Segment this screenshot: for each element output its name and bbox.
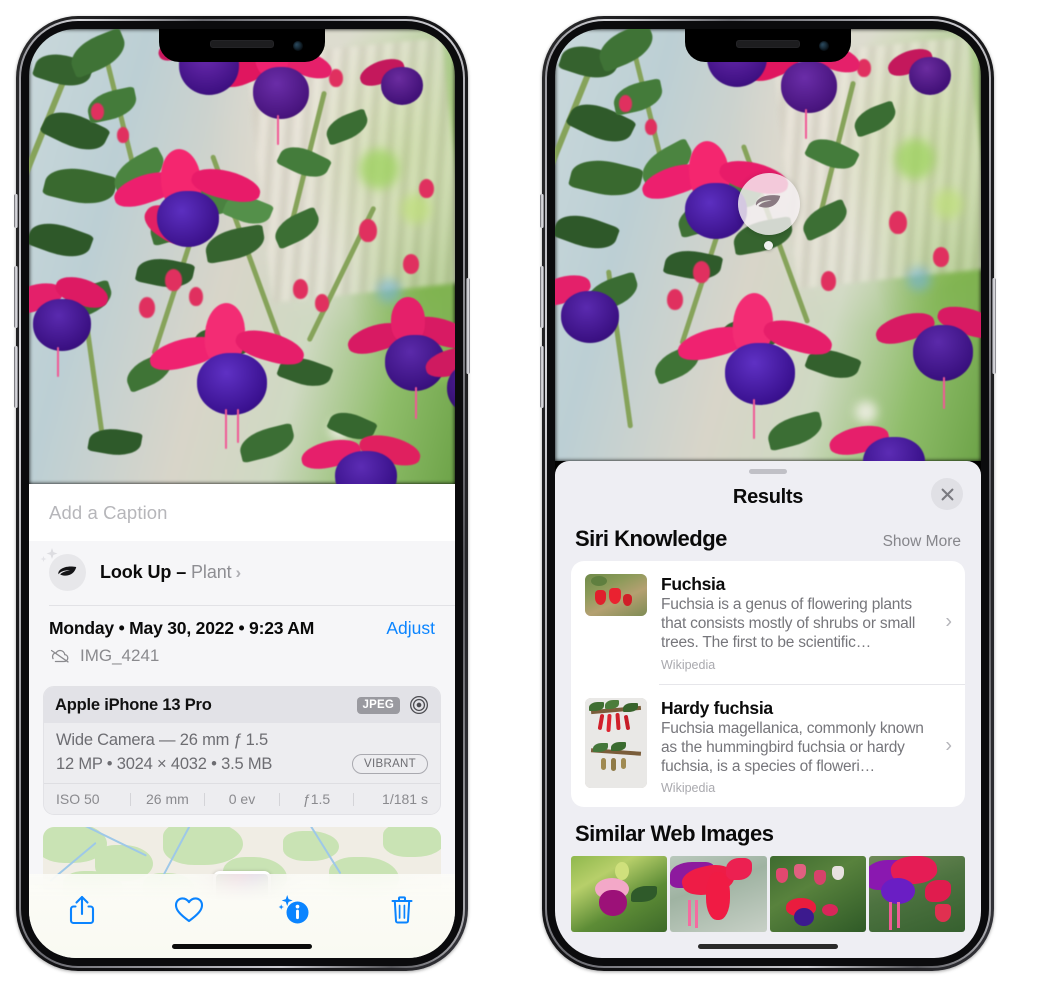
notch xyxy=(159,29,325,62)
home-indicator[interactable] xyxy=(172,944,312,949)
fuchsia-thumbnail xyxy=(585,574,647,616)
earpiece-speaker xyxy=(736,40,800,48)
photo-datetime: Monday • May 30, 2022 • 9:23 AM xyxy=(49,618,315,638)
favorite-button[interactable] xyxy=(163,888,215,932)
visual-lookup-anchor-dot xyxy=(764,241,773,250)
home-indicator[interactable] xyxy=(698,944,838,949)
list-item[interactable]: Fuchsia Fuchsia is a genus of flowering … xyxy=(571,561,965,684)
visual-lookup-badge[interactable] xyxy=(738,173,800,235)
caption-input-row[interactable]: Add a Caption xyxy=(29,484,455,541)
exif-focal: 26 mm xyxy=(145,791,189,807)
volume-up-button[interactable] xyxy=(14,266,18,328)
results-title: Results xyxy=(732,485,804,508)
sparkle-icon xyxy=(40,548,58,562)
knowledge-description: Fuchsia is a genus of flowering plants t… xyxy=(661,596,916,651)
exif-ev: 0 ev xyxy=(228,791,256,807)
volume-down-button[interactable] xyxy=(540,346,544,408)
silent-switch[interactable] xyxy=(540,194,544,228)
web-image-thumbnail[interactable] xyxy=(571,856,668,933)
exif-iso: ISO 50 xyxy=(56,791,100,807)
share-icon xyxy=(70,895,95,925)
volume-up-button[interactable] xyxy=(540,266,544,328)
info-sparkle-icon xyxy=(278,895,309,924)
iphone-right-device: Results Siri Knowledge Show More Fuchsia… xyxy=(540,16,996,971)
format-badge: JPEG xyxy=(356,696,400,714)
left-screen: Add a Caption Look Up – Plant › Monday •… xyxy=(29,29,455,958)
results-header: Results xyxy=(555,474,981,520)
knowledge-source: Wikipedia xyxy=(661,657,716,672)
knowledge-title: Fuchsia xyxy=(661,574,726,594)
share-button[interactable] xyxy=(56,888,108,932)
exif-header: Apple iPhone 13 Pro JPEG xyxy=(44,687,440,723)
look-up-subject: Plant xyxy=(191,562,232,582)
knowledge-text: Hardy fuchsia Fuchsia magellanica, commo… xyxy=(661,698,951,796)
exif-card[interactable]: Apple iPhone 13 Pro JPEG Wide Camera — 2… xyxy=(43,686,441,815)
look-up-label: Look Up – Plant › xyxy=(100,562,241,583)
visual-lookup-info-button[interactable] xyxy=(269,888,321,932)
delete-button[interactable] xyxy=(376,888,428,932)
notch xyxy=(685,29,851,62)
silent-switch[interactable] xyxy=(14,194,18,228)
size-info: 12 MP • 3024 × 4032 • 3.5 MB xyxy=(56,754,273,773)
photo-foliage xyxy=(29,29,455,484)
icloud-slash-icon xyxy=(50,649,69,663)
leaf-icon-container xyxy=(40,548,86,591)
flower xyxy=(110,147,264,269)
caption-placeholder[interactable]: Add a Caption xyxy=(49,502,168,524)
exif-shutter: 1/181 s xyxy=(382,791,428,807)
look-up-row[interactable]: Look Up – Plant › xyxy=(29,541,455,605)
section-title: Siri Knowledge xyxy=(575,526,727,551)
adjust-button[interactable]: Adjust xyxy=(386,618,435,639)
lens-info: Wide Camera — 26 mm ƒ 1.5 xyxy=(56,731,268,749)
show-more-button[interactable]: Show More xyxy=(883,533,961,551)
volume-down-button[interactable] xyxy=(14,346,18,408)
chevron-right-icon: › xyxy=(945,610,952,633)
front-camera xyxy=(293,41,303,51)
knowledge-source: Wikipedia xyxy=(661,781,716,796)
web-image-thumbnail[interactable] xyxy=(769,856,866,933)
section-title: Similar Web Images xyxy=(575,821,774,847)
info-body: Look Up – Plant › Monday • May 30, 2022 •… xyxy=(29,541,455,899)
screenshot-canvas: Add a Caption Look Up – Plant › Monday •… xyxy=(0,0,1055,985)
close-icon xyxy=(941,488,953,500)
list-item[interactable]: Hardy fuchsia Fuchsia magellanica, commo… xyxy=(571,685,965,808)
close-button[interactable] xyxy=(931,478,963,510)
knowledge-description: Fuchsia magellanica, commonly known as t… xyxy=(661,719,924,775)
knowledge-title: Hardy fuchsia xyxy=(661,697,773,718)
iphone-left-device: Add a Caption Look Up – Plant › Monday •… xyxy=(14,16,470,971)
aperture-icon[interactable] xyxy=(409,695,429,715)
photo-viewer-right[interactable] xyxy=(555,29,981,461)
right-screen: Results Siri Knowledge Show More Fuchsia… xyxy=(555,29,981,958)
front-camera xyxy=(819,41,829,51)
hardy-fuchsia-thumbnail xyxy=(585,697,647,788)
similar-web-images-header: Similar Web Images xyxy=(555,807,981,856)
camera-model: Apple iPhone 13 Pro xyxy=(55,695,212,714)
trash-icon xyxy=(391,896,413,924)
earpiece-speaker xyxy=(210,40,274,48)
results-sheet: Results Siri Knowledge Show More Fuchsia… xyxy=(555,461,981,958)
heart-icon xyxy=(174,897,203,923)
web-image-thumbnail[interactable] xyxy=(670,856,767,933)
similar-web-images-strip[interactable] xyxy=(555,856,981,933)
web-image-thumbnail[interactable] xyxy=(868,856,965,933)
exif-aperture: ƒ1.5 xyxy=(302,791,331,807)
siri-knowledge-header: Siri Knowledge Show More xyxy=(555,520,981,561)
photographic-style-badge: VIBRANT xyxy=(352,754,428,774)
leaf-icon xyxy=(755,195,781,208)
siri-knowledge-card: Fuchsia Fuchsia is a genus of flowering … xyxy=(571,561,965,808)
photo-viewer-left[interactable] xyxy=(29,29,455,484)
filename-label: IMG_4241 xyxy=(80,646,160,665)
exif-stats-row: ISO 50 26 mm 0 ev ƒ1.5 1/181 s xyxy=(44,783,440,814)
chevron-right-icon: › xyxy=(235,563,242,582)
exif-lens-block: Wide Camera — 26 mm ƒ 1.5 12 MP • 3024 ×… xyxy=(44,723,440,783)
knowledge-text: Fuchsia Fuchsia is a genus of flowering … xyxy=(661,574,951,672)
look-up-prefix: Look Up – xyxy=(100,562,192,582)
side-power-button[interactable] xyxy=(466,278,470,374)
chevron-right-icon: › xyxy=(945,734,952,757)
side-power-button[interactable] xyxy=(992,278,996,374)
datetime-block: Monday • May 30, 2022 • 9:23 AM Adjust I… xyxy=(29,606,455,676)
